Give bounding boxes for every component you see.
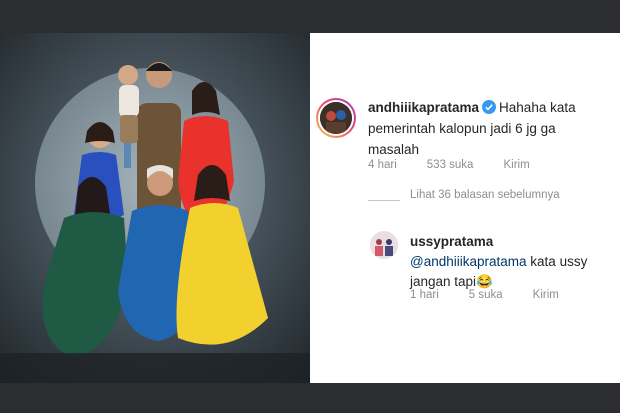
bottom-bar <box>0 383 620 413</box>
replies-divider <box>368 200 400 201</box>
comment-likes[interactable]: 533 suka <box>427 159 474 171</box>
family-photo <box>0 33 310 383</box>
reply-meta: 1 hari 5 suka Kirim <box>410 289 589 301</box>
reply-text-block: ussypratama @andhiiikapratama kata ussy … <box>410 232 610 292</box>
reply-reply-button[interactable]: Kirim <box>533 289 559 301</box>
view-replies-button[interactable]: Lihat 36 balasan sebelumnya <box>410 189 560 201</box>
comment-meta: 4 hari 533 suka Kirim <box>368 159 560 171</box>
verified-badge-icon <box>482 100 497 114</box>
comment-reply-button[interactable]: Kirim <box>503 159 529 171</box>
comment-time[interactable]: 4 hari <box>368 159 397 171</box>
comment-text-block: andhiiikapratama Hahaha kata pemerintah k… <box>368 97 583 160</box>
reply-avatar[interactable] <box>370 231 398 259</box>
avatar <box>320 102 352 134</box>
commenter-avatar-ring[interactable] <box>316 98 356 138</box>
commenter-username[interactable]: andhiiikapratama <box>368 100 479 115</box>
reply-username[interactable]: ussypratama <box>410 234 493 249</box>
comment-panel: andhiiikapratama Hahaha kata pemerintah k… <box>310 33 620 383</box>
reply-mention-link[interactable]: @andhiiikapratama <box>410 254 527 269</box>
top-bar <box>0 0 620 33</box>
reply-time[interactable]: 1 hari <box>410 289 439 301</box>
reply-likes[interactable]: 5 suka <box>469 289 503 301</box>
